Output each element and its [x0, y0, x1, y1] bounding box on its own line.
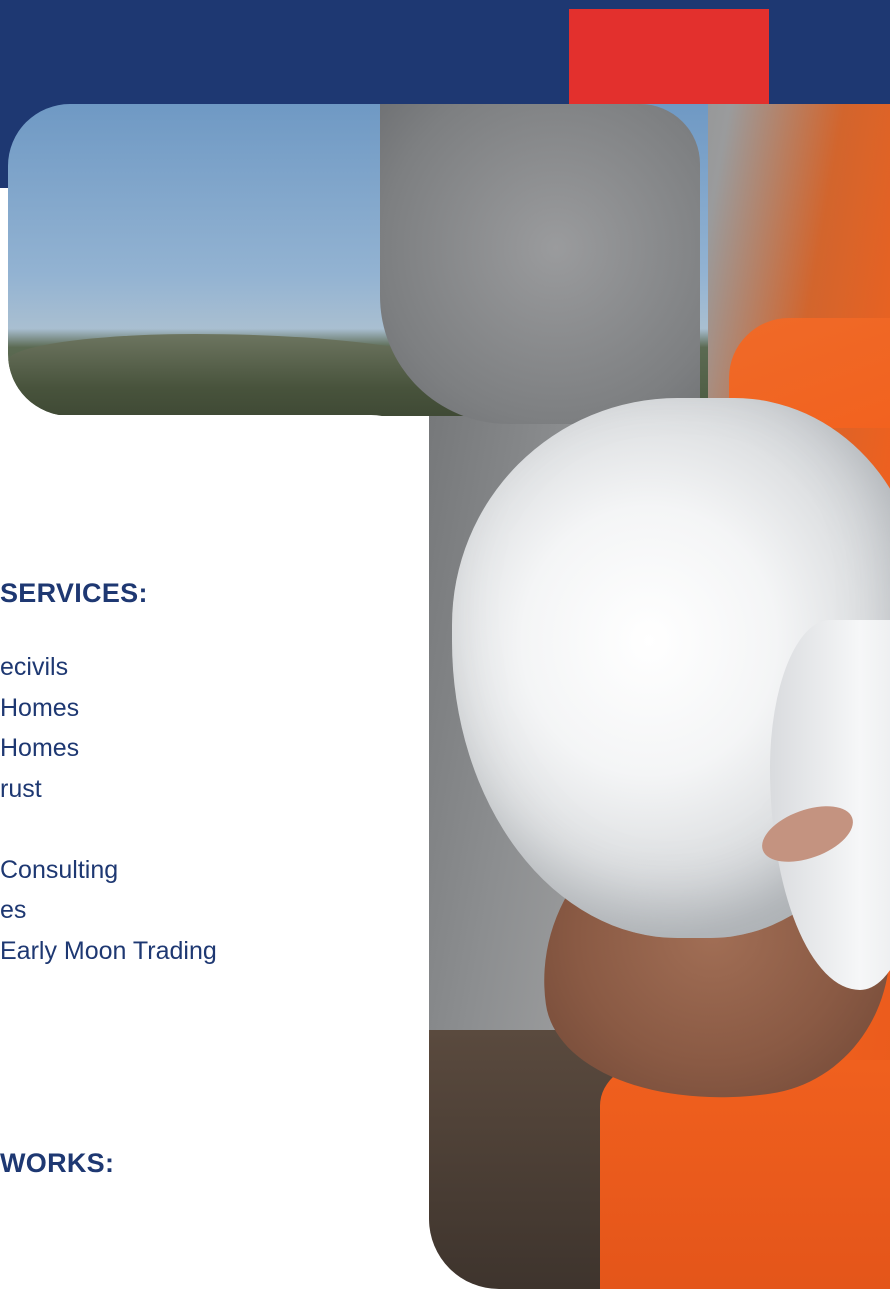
- works-heading: WORKS:: [0, 1148, 115, 1178]
- list-item: Homes: [0, 734, 80, 762]
- list-item: ecivils: [0, 653, 69, 681]
- services-list: ecivils Homes Homes rust Consulting es E…: [0, 647, 217, 971]
- list-item: Homes: [0, 693, 80, 722]
- list-item: Consulting: [0, 855, 119, 884]
- worker-sleeve: [380, 104, 700, 424]
- list-item: [0, 809, 217, 850]
- list-item: es: [0, 896, 27, 924]
- list-item: rust: [0, 774, 42, 803]
- services-heading: SERVICES:: [0, 578, 148, 608]
- list-item: Early Moon Trading: [0, 936, 217, 965]
